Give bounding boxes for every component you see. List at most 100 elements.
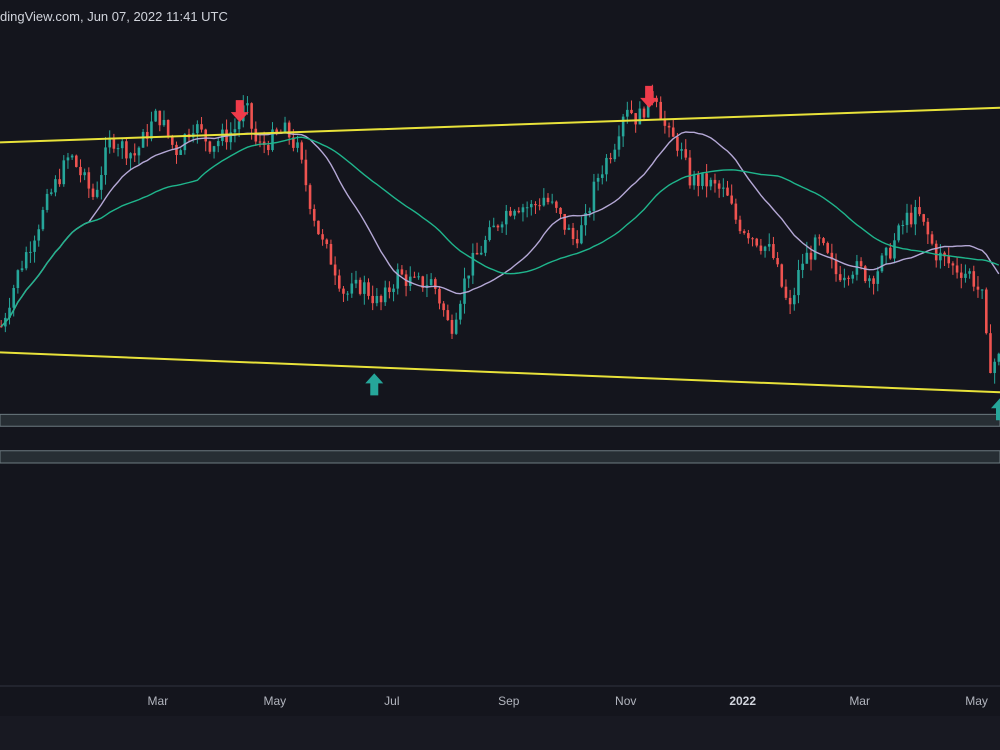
x-tick-label: Jul xyxy=(384,694,399,708)
candle-body xyxy=(692,174,696,186)
candle-body xyxy=(559,207,562,214)
candle-body xyxy=(934,243,938,261)
candle-body xyxy=(588,210,592,214)
candle-body xyxy=(626,109,629,117)
candle-body xyxy=(580,225,583,244)
x-tick-label: 2022 xyxy=(729,694,756,708)
candle-body xyxy=(333,264,337,276)
candle-body xyxy=(930,234,934,244)
down-arrow-marker xyxy=(230,100,249,123)
candle-body xyxy=(609,157,612,160)
candle-body xyxy=(95,189,99,197)
candle-body xyxy=(321,234,324,240)
candle-body xyxy=(538,205,541,207)
candle-body xyxy=(492,225,496,228)
candle-body xyxy=(914,207,917,225)
x-axis: Mar May Jul Sep Nov 2022 Mar May xyxy=(0,685,1000,750)
ma-slow-line xyxy=(0,136,1000,327)
candle-body xyxy=(546,197,550,203)
candle-body xyxy=(325,239,329,245)
candle-body xyxy=(671,127,675,137)
candle-body xyxy=(838,274,842,281)
candle-body xyxy=(496,225,500,228)
candle-body xyxy=(459,303,462,320)
candle-body xyxy=(296,142,299,148)
candle-body xyxy=(713,179,717,184)
candle-body xyxy=(91,188,95,197)
candle-body xyxy=(442,303,445,311)
candle-body xyxy=(843,277,846,281)
candle-body xyxy=(300,142,304,160)
candle-body xyxy=(475,252,479,255)
candle-body xyxy=(822,238,825,244)
candle-body xyxy=(767,244,771,247)
candle-body xyxy=(772,244,775,259)
candle-body xyxy=(951,263,955,266)
candle-body xyxy=(947,256,951,264)
candle-body xyxy=(521,207,525,213)
candle-body xyxy=(905,212,909,226)
candle-body xyxy=(989,333,992,374)
support-zone-1 xyxy=(0,413,1000,427)
candle-body xyxy=(855,261,859,275)
candle-body xyxy=(642,108,646,118)
candle-body xyxy=(884,247,888,256)
candle-body xyxy=(400,269,404,275)
candle-body xyxy=(813,237,817,260)
candle-body xyxy=(513,210,516,216)
candle-body xyxy=(926,221,930,235)
candle-body xyxy=(555,201,558,208)
candle-body xyxy=(375,296,379,304)
candle-body xyxy=(350,283,354,294)
candle-body xyxy=(909,212,913,225)
candle-body xyxy=(354,279,358,284)
candle-body xyxy=(379,296,383,303)
support-zone-2 xyxy=(0,450,1000,464)
candle-body xyxy=(826,243,829,253)
candle-body xyxy=(968,271,971,274)
up-arrow-marker xyxy=(365,373,384,396)
candle-body xyxy=(450,319,454,334)
candle-body xyxy=(705,173,708,187)
chart-stage: dingView.com, Jun 07, 2022 11:41 UTC Mar… xyxy=(0,0,1000,750)
candle-body xyxy=(317,220,320,235)
candle-body xyxy=(993,361,996,374)
candle-body xyxy=(196,124,199,134)
candle-body xyxy=(208,141,212,152)
candle-body xyxy=(955,265,959,273)
candle-body xyxy=(780,264,784,287)
candle-body xyxy=(24,252,28,269)
candle-body xyxy=(688,157,692,186)
candle-body xyxy=(488,227,491,240)
candle-body xyxy=(959,272,963,278)
candle-body xyxy=(630,109,633,114)
candle-body xyxy=(659,101,663,119)
candle-body xyxy=(859,261,863,267)
candle-body xyxy=(596,177,600,182)
candle-body xyxy=(776,258,779,265)
x-tick-label: Nov xyxy=(615,694,636,708)
candle-body xyxy=(676,136,679,151)
candle-body xyxy=(847,277,850,279)
candle-body xyxy=(509,210,512,216)
channel-lines xyxy=(0,106,1000,394)
candle-body xyxy=(41,209,45,230)
candle-body xyxy=(797,269,800,296)
candle-body xyxy=(738,219,742,232)
candle-body xyxy=(371,295,374,304)
candle-body xyxy=(471,252,475,276)
candle-body xyxy=(133,153,137,156)
candle-body xyxy=(575,238,579,244)
candle-body xyxy=(696,174,700,186)
candle-body xyxy=(592,181,596,211)
candle-body xyxy=(818,237,821,239)
candle-body xyxy=(868,278,871,282)
candles xyxy=(0,84,1000,384)
candle-body xyxy=(100,175,103,190)
candle-body xyxy=(701,173,704,186)
candle-body xyxy=(312,208,316,221)
candle-body xyxy=(70,155,74,158)
candle-body xyxy=(392,288,395,293)
candle-body xyxy=(358,279,362,294)
candle-body xyxy=(517,210,521,213)
